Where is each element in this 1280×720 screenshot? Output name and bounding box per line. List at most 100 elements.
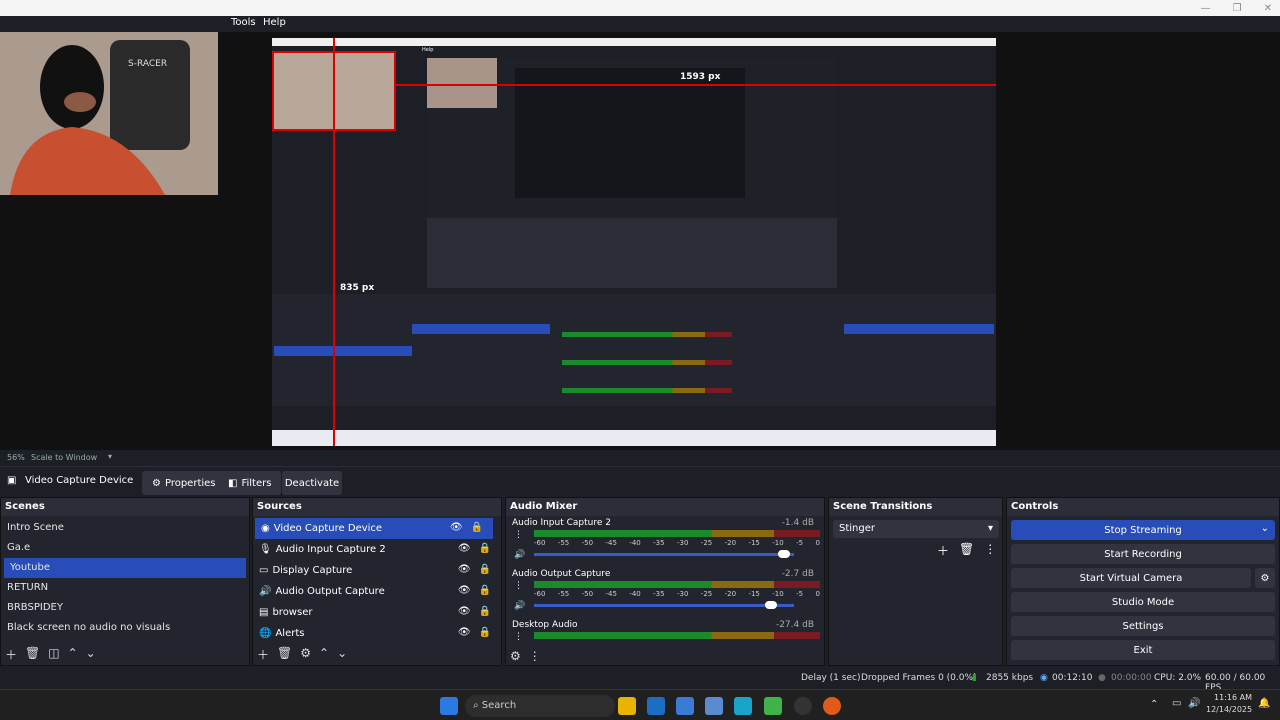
filters-label: Filters: [241, 477, 272, 489]
globe-icon: 🌐: [259, 628, 272, 639]
chevron-down-icon[interactable]: ⌄: [1261, 523, 1269, 534]
taskbar-search[interactable]: ⌕ Search: [465, 695, 615, 717]
notification-icon[interactable]: 🔔: [1258, 698, 1270, 709]
menu-tools[interactable]: Tools: [231, 17, 256, 28]
properties-button[interactable]: ⚙ Properties: [142, 471, 226, 495]
nested-docks: [272, 294, 996, 406]
filters-button[interactable]: ◧ Filters: [218, 471, 282, 495]
kebab-menu-icon[interactable]: ⋮: [514, 632, 523, 642]
chevron-up-icon[interactable]: ⌃: [1150, 699, 1158, 710]
eye-icon[interactable]: 👁: [450, 522, 463, 533]
source-item[interactable]: 🌐 Alerts 👁 🔒: [253, 623, 501, 644]
lock-icon[interactable]: 🔒: [479, 585, 491, 596]
level-meter: [534, 632, 820, 639]
scene-transitions-dock: Scene Transitions Stinger ▾ ＋ 🗑 ⋮: [828, 497, 1003, 666]
edge-icon[interactable]: [734, 697, 752, 715]
virtual-camera-settings-button[interactable]: ⚙: [1255, 568, 1275, 588]
eye-icon[interactable]: 👁: [458, 606, 471, 617]
scene-item[interactable]: Intro Scene: [1, 518, 249, 538]
menu-help[interactable]: Help: [263, 17, 286, 28]
measure-line-vertical: [333, 38, 335, 446]
lock-icon[interactable]: 🔒: [479, 564, 491, 575]
trash-icon[interactable]: 🗑: [959, 542, 974, 559]
volume-slider[interactable]: [534, 553, 794, 556]
transition-select[interactable]: Stinger ▾: [833, 520, 999, 538]
exit-button[interactable]: Exit: [1011, 640, 1275, 660]
stop-streaming-button[interactable]: Stop Streaming ⌄: [1011, 520, 1275, 540]
arrow-down-icon[interactable]: ⌄: [86, 646, 96, 663]
trash-icon[interactable]: 🗑: [25, 646, 40, 663]
gear-icon: ⚙: [1260, 572, 1270, 584]
kebab-menu-icon[interactable]: ⋮: [529, 649, 541, 663]
taskbar-date[interactable]: 12/14/2025: [1206, 705, 1252, 714]
volume-icon[interactable]: 🔊: [1188, 698, 1200, 709]
scene-item[interactable]: Ga.e: [1, 538, 249, 558]
mixer-title: Audio Mixer: [506, 498, 824, 516]
firefox-icon[interactable]: [823, 697, 841, 715]
network-icon[interactable]: ▭: [1172, 698, 1181, 709]
close-icon[interactable]: ✕: [1264, 3, 1272, 14]
obs-icon[interactable]: [794, 697, 812, 715]
taskbar-time[interactable]: 11:16 AM: [1210, 693, 1252, 702]
speaker-icon[interactable]: 🔊: [514, 601, 525, 611]
scene-item-selected[interactable]: Youtube: [4, 558, 246, 578]
sources-title: Sources: [253, 498, 501, 516]
lock-icon[interactable]: 🔒: [479, 627, 491, 638]
arrow-up-icon[interactable]: ⌃: [68, 646, 78, 663]
volume-knob[interactable]: [777, 550, 790, 558]
scene-item[interactable]: RETURN: [1, 578, 249, 598]
add-icon[interactable]: ＋: [937, 542, 949, 559]
file-explorer-icon[interactable]: [618, 697, 636, 715]
gear-icon[interactable]: ⚙: [300, 646, 311, 663]
deactivate-button[interactable]: Deactivate: [282, 471, 342, 495]
settings-button[interactable]: Settings: [1011, 616, 1275, 636]
lock-icon[interactable]: 🔒: [479, 606, 491, 617]
source-item[interactable]: 🎙 Audio Input Capture 2 👁 🔒: [253, 539, 501, 560]
kebab-menu-icon[interactable]: ⋮: [514, 530, 523, 540]
eye-icon[interactable]: 👁: [458, 585, 471, 596]
chevron-down-icon[interactable]: ▾: [108, 452, 112, 461]
kebab-menu-icon[interactable]: ⋮: [984, 542, 996, 559]
scale-tick: -45: [605, 590, 617, 598]
windows-start-icon[interactable]: [440, 697, 458, 715]
menu-bar: Tools Help: [0, 16, 1280, 32]
arrow-down-icon[interactable]: ⌄: [337, 646, 347, 663]
preview-canvas[interactable]: S-RACER Help 1593 px 835 px: [0, 32, 1280, 450]
source-item[interactable]: ▭ Display Capture 👁 🔒: [253, 560, 501, 581]
zoom-mode[interactable]: Scale to Window: [31, 453, 97, 462]
gear-icon[interactable]: ⚙: [510, 649, 521, 663]
maximize-icon[interactable]: ❐: [1233, 3, 1242, 14]
scene-item[interactable]: BRBSPIDEY: [1, 598, 249, 618]
start-virtual-camera-button[interactable]: Start Virtual Camera: [1011, 568, 1251, 588]
add-icon[interactable]: ＋: [5, 646, 17, 663]
outlook-icon[interactable]: [676, 697, 694, 715]
arrow-up-icon[interactable]: ⌃: [319, 646, 329, 663]
studio-mode-button[interactable]: Studio Mode: [1011, 592, 1275, 612]
volume-knob[interactable]: [764, 601, 777, 609]
trash-icon[interactable]: 🗑: [277, 646, 292, 663]
start-recording-button[interactable]: Start Recording: [1011, 544, 1275, 564]
channel-name: Desktop Audio: [512, 620, 578, 630]
store-icon[interactable]: [647, 697, 665, 715]
microphone-icon: 🎙: [259, 544, 272, 555]
scene-item[interactable]: Black screen no audio no visuals: [1, 618, 249, 638]
measure-label-horizontal: 1593 px: [680, 72, 721, 82]
minimize-icon[interactable]: —: [1201, 3, 1211, 14]
add-icon[interactable]: ＋: [257, 646, 269, 663]
lock-icon[interactable]: 🔒: [479, 543, 491, 554]
kebab-menu-icon[interactable]: ⋮: [514, 581, 523, 591]
app-icon[interactable]: [705, 697, 723, 715]
eye-icon[interactable]: 👁: [458, 564, 471, 575]
filter-icon[interactable]: ◫: [48, 646, 59, 663]
person-silhouette-icon: S-RACER: [0, 32, 218, 195]
source-item-selected[interactable]: ◉ Video Capture Device 👁 🔒: [255, 518, 493, 539]
eye-icon[interactable]: 👁: [458, 543, 471, 554]
razer-icon[interactable]: [764, 697, 782, 715]
volume-slider[interactable]: [534, 604, 794, 607]
source-item[interactable]: 🔊 Audio Output Capture 👁 🔒: [253, 581, 501, 602]
lock-icon[interactable]: 🔒: [471, 522, 483, 533]
eye-icon[interactable]: 👁: [458, 627, 471, 638]
scale-tick: -60: [534, 590, 546, 598]
source-item[interactable]: ▤ browser 👁 🔒: [253, 602, 501, 623]
speaker-icon[interactable]: 🔊: [514, 550, 525, 560]
